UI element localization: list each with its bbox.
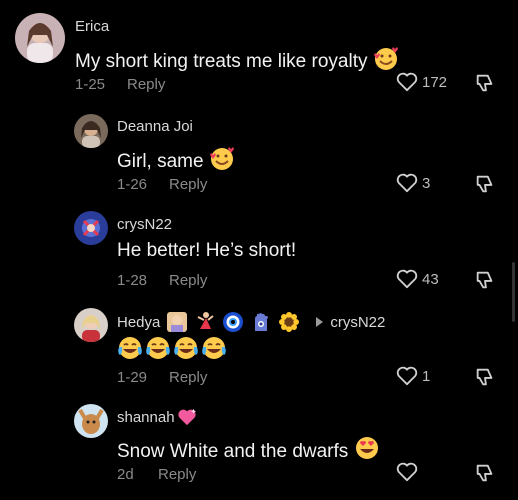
heart-outline-icon bbox=[396, 269, 418, 289]
comment-shannah: shannah Snow White and the dwarfs 2d Rep… bbox=[0, 395, 518, 500]
face-with-tears-of-joy-icon bbox=[146, 337, 170, 359]
sparkling-heart-icon bbox=[177, 408, 196, 426]
dislike-button[interactable] bbox=[474, 173, 496, 200]
comment-text bbox=[117, 335, 227, 361]
person-tipping-hand-icon bbox=[167, 312, 188, 332]
like-button[interactable]: 43 bbox=[396, 269, 439, 289]
thumbs-down-icon bbox=[476, 368, 493, 386]
heart-outline-icon bbox=[396, 462, 418, 482]
face-with-tears-of-joy-icon bbox=[202, 337, 226, 359]
avatar[interactable] bbox=[74, 308, 108, 342]
comment-erica: Erica My short king treats me like royal… bbox=[0, 0, 518, 105]
face-with-tears-of-joy-icon bbox=[118, 337, 142, 359]
sunflower-icon bbox=[279, 312, 300, 332]
avatar[interactable] bbox=[74, 404, 108, 438]
comment-crysn22: crysN22 He better! He’s short! 1-28 Repl… bbox=[0, 200, 518, 297]
username-row: Hedya crysN22 bbox=[117, 311, 385, 333]
comment-text-content: Snow White and the dwarfs bbox=[117, 441, 349, 462]
reply-button[interactable]: Reply bbox=[169, 369, 207, 386]
avatar[interactable] bbox=[74, 114, 108, 148]
reply-button[interactable]: Reply bbox=[169, 272, 207, 289]
like-count: 43 bbox=[422, 270, 439, 288]
comment-date: 1-28 bbox=[117, 272, 148, 289]
comment-text-content: Girl, same bbox=[117, 151, 204, 172]
hamsa-icon bbox=[255, 313, 269, 331]
comment-hedya: Hedya crysN22 1-29 Reply 1 bbox=[0, 297, 518, 395]
thumbs-down-icon bbox=[476, 464, 493, 482]
face-with-tears-of-joy-icon bbox=[174, 337, 198, 359]
dancer-icon bbox=[197, 312, 214, 329]
username[interactable]: Hedya bbox=[117, 314, 160, 331]
comment-text: Girl, same bbox=[117, 145, 235, 173]
username[interactable]: shannah bbox=[117, 409, 175, 426]
comment-text: Snow White and the dwarfs bbox=[117, 435, 380, 463]
like-button[interactable]: 172 bbox=[396, 72, 447, 92]
dislike-button[interactable] bbox=[474, 366, 496, 393]
comment-date: 1-25 bbox=[75, 76, 106, 93]
like-button[interactable] bbox=[396, 462, 422, 482]
smiling-face-with-hearts-icon bbox=[209, 147, 234, 170]
thumbs-down-icon bbox=[476, 175, 493, 193]
triangle-right-icon bbox=[316, 317, 324, 327]
like-count: 1 bbox=[422, 367, 431, 385]
username-row: shannah bbox=[117, 408, 197, 426]
username[interactable]: Deanna Joi bbox=[117, 118, 193, 135]
reply-button[interactable]: Reply bbox=[169, 176, 207, 193]
comment-text: My short king treats me like royalty bbox=[75, 45, 399, 73]
avatar[interactable] bbox=[74, 211, 108, 245]
like-count: 3 bbox=[422, 174, 431, 192]
reply-button[interactable]: Reply bbox=[127, 76, 165, 93]
heart-eyes-icon bbox=[355, 437, 378, 459]
dislike-button[interactable] bbox=[474, 269, 496, 296]
scrollbar[interactable] bbox=[512, 262, 515, 322]
username[interactable]: crysN22 bbox=[117, 216, 172, 233]
avatar[interactable] bbox=[15, 13, 65, 63]
heart-outline-icon bbox=[396, 72, 418, 92]
heart-outline-icon bbox=[396, 173, 418, 193]
dislike-button[interactable] bbox=[474, 462, 496, 489]
thumbs-down-icon bbox=[476, 271, 493, 289]
comment-date: 2d bbox=[117, 466, 134, 483]
thumbs-down-icon bbox=[476, 74, 493, 92]
comment-text-content: My short king treats me like royalty bbox=[75, 51, 368, 72]
comment-date: 1-26 bbox=[117, 176, 148, 193]
like-button[interactable]: 3 bbox=[396, 173, 430, 193]
username[interactable]: Erica bbox=[75, 18, 109, 35]
like-button[interactable]: 1 bbox=[396, 366, 430, 386]
like-count: 172 bbox=[422, 73, 448, 91]
comment-text: He better! He’s short! bbox=[117, 240, 297, 261]
dislike-button[interactable] bbox=[474, 72, 496, 99]
reply-button[interactable]: Reply bbox=[158, 466, 196, 483]
heart-outline-icon bbox=[396, 366, 418, 386]
nazar-amulet-icon bbox=[223, 312, 244, 332]
smiling-face-with-hearts-icon bbox=[373, 47, 398, 70]
comment-deanna-joi: Deanna Joi Girl, same 1-26 Reply 3 bbox=[0, 105, 518, 200]
comment-date: 1-29 bbox=[117, 369, 148, 386]
reply-to-username[interactable]: crysN22 bbox=[330, 314, 385, 331]
